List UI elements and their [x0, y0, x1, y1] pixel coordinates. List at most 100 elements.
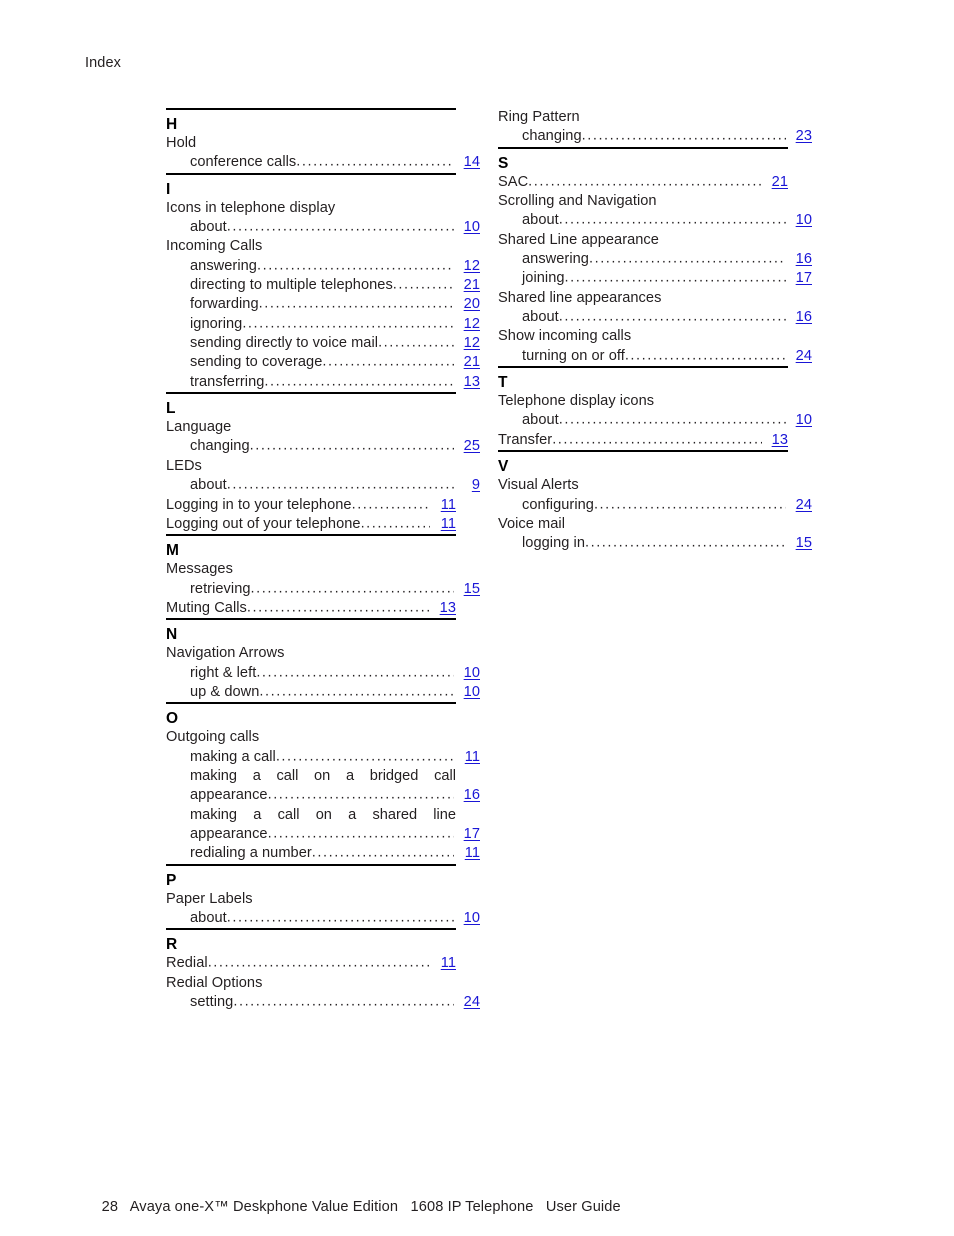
page-number-link[interactable]: 16 [454, 786, 480, 805]
index-section: L Language changing.......................… [166, 392, 480, 534]
leader-dots: ........................................… [588, 250, 786, 267]
index-entry: about...................................… [166, 909, 480, 928]
index-entry-label: setting [190, 994, 234, 1011]
index-entry-word: making [190, 767, 238, 784]
page-number-link[interactable]: 24 [786, 496, 812, 515]
index-entry-heading: Redial Options [166, 974, 263, 991]
page-number-link[interactable]: 9 [454, 476, 480, 495]
justify-gap [356, 806, 372, 825]
index-entry-label: about [190, 477, 227, 494]
index-entry: changing................................… [498, 127, 812, 146]
page-number-link[interactable]: 17 [454, 825, 480, 844]
page-number-link[interactable]: 21 [762, 173, 788, 192]
page-number-link[interactable]: 15 [786, 534, 812, 553]
page-number-link[interactable]: 20 [454, 295, 480, 314]
page-number-link[interactable]: 24 [454, 993, 480, 1012]
leader-dots: ........................................… [226, 476, 454, 493]
index-entry: sending to coverage.....................… [166, 353, 480, 372]
page-number-link[interactable]: 24 [786, 347, 812, 366]
page-footer: 28 Avaya one-X™ Deskphone Value Edition … [85, 1179, 621, 1236]
page-number-link[interactable]: 11 [430, 496, 456, 515]
page-number-link[interactable]: 16 [786, 250, 812, 269]
index-entry-label: right & left [190, 664, 257, 681]
index-entry-label: up & down [190, 683, 260, 700]
page-number-link[interactable]: 11 [430, 954, 456, 973]
footer-spacer [118, 1199, 130, 1215]
page-number-link[interactable]: 13 [454, 373, 480, 392]
index-entry-label: ignoring [190, 315, 243, 332]
index-entry-label: Transfer [498, 431, 553, 448]
page-number-link[interactable]: 11 [454, 748, 480, 767]
page-number-link[interactable]: 17 [786, 269, 812, 288]
leader-dots: ........................................… [264, 373, 454, 390]
index-entry-heading: Scrolling and Navigation [498, 193, 657, 210]
page-number-link[interactable]: 14 [454, 153, 480, 172]
justify-gap [298, 767, 314, 786]
index-column-left: H Hold conference calls...................… [166, 108, 480, 1012]
page-number-link[interactable]: 10 [454, 664, 480, 683]
index-entry-label: sending to coverage [190, 354, 323, 371]
page-number-link[interactable]: 10 [454, 909, 480, 928]
page-number-link[interactable]: 12 [454, 315, 480, 334]
index-entry-word: a [252, 767, 261, 784]
index-entry-label: directing to multiple telephones [190, 277, 393, 294]
index-entry-heading: Shared line appearances [498, 289, 662, 306]
page-number-link[interactable]: 13 [430, 599, 456, 618]
section-letter: P [166, 871, 177, 889]
index-entry: answering...............................… [498, 250, 812, 269]
index-entry-heading: Messages [166, 561, 233, 578]
page-number-link[interactable]: 21 [454, 276, 480, 295]
page-number-link[interactable]: 16 [786, 308, 812, 327]
index-entry: answering...............................… [166, 257, 480, 276]
index-column-right: Ring Pattern changing....................… [498, 108, 812, 554]
index-entry-heading: Incoming Calls [166, 238, 263, 255]
index-entry-heading: Shared Line appearance [498, 231, 659, 248]
index-section: H Hold conference calls...................… [166, 108, 480, 173]
index-entry: Redial..................................… [166, 954, 456, 973]
index-entry-label: logging in [522, 535, 585, 552]
index-entry: right & left............................… [166, 664, 480, 683]
index-entry-wrapped-line: making a call on a bridged call [166, 767, 456, 786]
index-entry: about...................................… [498, 308, 812, 327]
index-entry: redialing a number......................… [166, 844, 480, 863]
page-number-link[interactable]: 25 [454, 437, 480, 456]
page-number-link[interactable]: 23 [786, 127, 812, 146]
section-letter: L [166, 400, 176, 418]
index-entry-label: about [190, 910, 227, 926]
page-number-link[interactable]: 10 [786, 211, 812, 230]
index-entry-word: a [348, 806, 357, 823]
index-entry: about...................................… [166, 476, 480, 495]
index-entry-word: on [314, 767, 331, 784]
page-number-link[interactable]: 15 [454, 580, 480, 599]
index-entry-heading: Voice mail [498, 515, 566, 532]
leader-dots: ........................................… [558, 211, 786, 228]
section-letter: V [498, 458, 509, 476]
index-section: S SAC....................................… [498, 146, 812, 366]
index-section: M Messages retrieving.....................… [166, 534, 480, 618]
page-number-link[interactable]: 11 [430, 515, 456, 534]
page-number-link[interactable]: 12 [454, 334, 480, 353]
index-entry: changing................................… [166, 437, 480, 456]
index-section: O Outgoing calls making a call............… [166, 702, 480, 863]
index-entry-label: Redial [166, 955, 208, 972]
page-number-link[interactable]: 11 [454, 844, 480, 863]
page-number-link[interactable]: 21 [454, 353, 480, 372]
footer-title: Avaya one-X™ Deskphone Value Edition 160… [129, 1199, 621, 1215]
index-entry-word: a [345, 767, 355, 784]
page-number-link[interactable]: 13 [762, 431, 788, 450]
page-number-link[interactable]: 10 [786, 411, 812, 430]
index-entry: appearance..............................… [166, 825, 480, 844]
index-entry: forwarding..............................… [166, 295, 480, 314]
index-entry-label: changing [190, 438, 250, 455]
page-number-link[interactable]: 10 [454, 683, 480, 702]
index-entry-label: about [522, 309, 559, 326]
section-letter: M [166, 542, 180, 560]
index-entry: setting.................................… [166, 993, 480, 1012]
index-entry-word: line [433, 806, 456, 823]
index-entry-heading: Language [166, 419, 232, 436]
index-entry-heading: Ring Pattern [498, 109, 580, 125]
page-number-link[interactable]: 12 [454, 257, 480, 276]
justify-gap [354, 767, 370, 786]
page-number-link[interactable]: 10 [454, 218, 480, 237]
section-divider [498, 450, 788, 453]
